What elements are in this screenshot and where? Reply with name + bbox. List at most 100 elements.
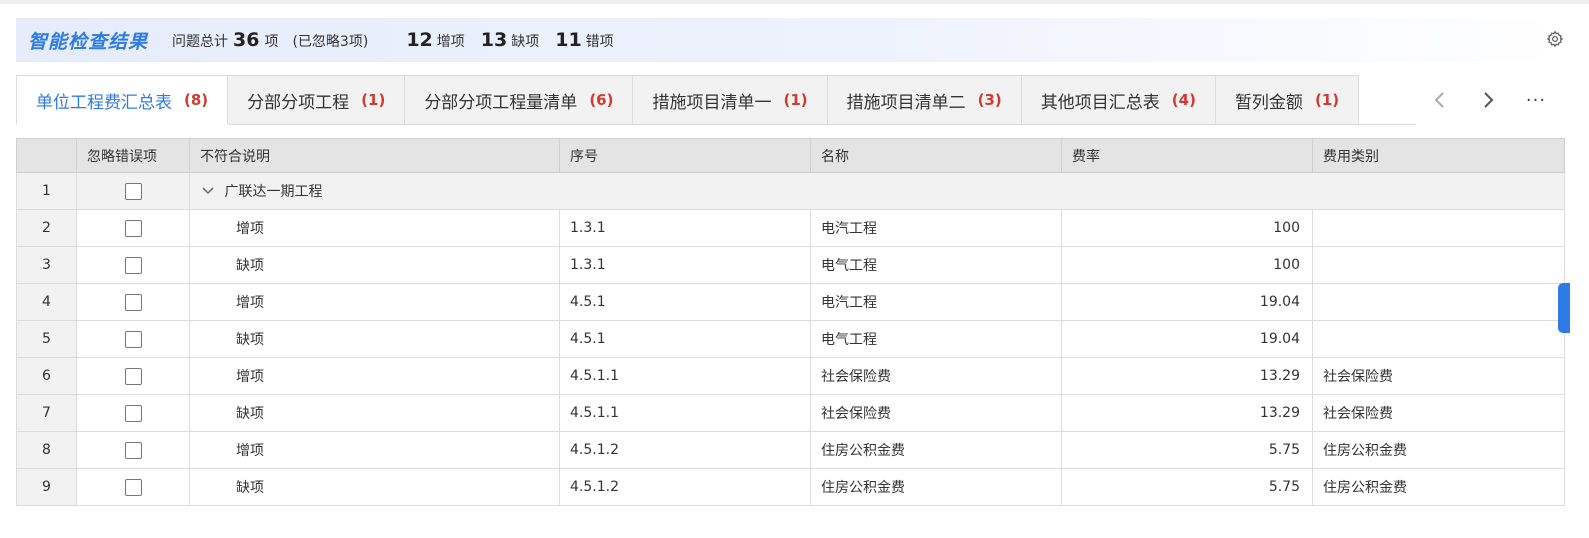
ignore-checkbox[interactable] — [124, 441, 142, 459]
tab-label: 暂列金额 — [1234, 92, 1303, 113]
cell-seq: 1.3.1 — [559, 246, 811, 284]
added-label: 增项 — [436, 34, 465, 50]
cell-category — [1312, 209, 1565, 247]
page-title: 智能检查结果 — [28, 30, 149, 53]
tab-count: (1) — [783, 91, 808, 109]
tab-sub-item-project[interactable]: 分部分项工程 (1) — [228, 75, 406, 125]
cell-description: 增项 — [189, 431, 560, 469]
cell-description: 缺项 — [189, 246, 560, 284]
tab-unit-cost-summary[interactable]: 单位工程费汇总表 (8) — [16, 75, 229, 125]
cell-seq: 4.5.1.1 — [559, 357, 811, 395]
cell-category: 社会保险费 — [1312, 394, 1565, 432]
tab-navigation: ··· — [1416, 75, 1564, 125]
tab-count: (8) — [184, 91, 209, 109]
cell-category — [1312, 246, 1565, 284]
cell-seq: 4.5.1 — [559, 320, 811, 358]
chevron-right-icon[interactable] — [1464, 75, 1512, 125]
cell-name: 电气工程 — [810, 246, 1062, 284]
missing-label: 缺项 — [511, 34, 540, 50]
tab-count: (6) — [589, 91, 614, 109]
col-ignore[interactable]: 忽略错误项 — [76, 138, 190, 173]
cell-name: 住房公积金费 — [810, 431, 1062, 469]
ignore-checkbox[interactable] — [124, 219, 142, 237]
table-group-row[interactable]: 1 广联达一期工程 — [16, 172, 1565, 210]
cell-name: 电汽工程 — [810, 283, 1062, 321]
table-row[interactable]: 7 缺项 4.5.1.1 社会保险费 13.29 社会保险费 — [16, 394, 1565, 432]
cell-rate: 5.75 — [1061, 468, 1313, 506]
cell-name: 电汽工程 — [810, 209, 1062, 247]
table-row[interactable]: 4 增项 4.5.1 电汽工程 19.04 — [16, 283, 1565, 321]
tab-strip: 单位工程费汇总表 (8) 分部分项工程 (1) 分部分项工程量清单 (6) 措施… — [16, 75, 1360, 125]
cell-seq: 4.5.1.1 — [559, 394, 811, 432]
sheet-tabs: 单位工程费汇总表 (8) 分部分项工程 (1) 分部分项工程量清单 (6) 措施… — [16, 75, 1564, 125]
cell-description: 缺项 — [189, 320, 560, 358]
ignore-checkbox[interactable] — [124, 367, 142, 385]
tab-count: (1) — [1314, 91, 1340, 109]
table-row[interactable]: 6 增项 4.5.1.1 社会保险费 13.29 社会保险费 — [16, 357, 1565, 395]
row-index: 3 — [16, 246, 77, 284]
cell-category: 住房公积金费 — [1312, 468, 1565, 506]
cell-seq: 4.5.1 — [559, 283, 811, 321]
side-panel-toggle[interactable] — [1558, 283, 1570, 333]
cell-rate: 13.29 — [1061, 357, 1313, 395]
ignore-checkbox[interactable] — [124, 256, 142, 274]
ignored-count: (已忽略3项) — [292, 34, 369, 50]
row-index: 7 — [16, 394, 77, 432]
ignore-checkbox[interactable] — [124, 478, 142, 496]
cell-name: 社会保险费 — [810, 357, 1062, 395]
added-summary: 12 增项 — [406, 29, 464, 51]
tab-label: 分部分项工程量清单 — [424, 92, 578, 113]
total-unit: 项 — [264, 34, 279, 50]
tab-sub-item-quantity-list[interactable]: 分部分项工程量清单 (6) — [405, 75, 634, 125]
tab-other-items-summary[interactable]: 其他项目汇总表 (4) — [1021, 75, 1216, 125]
col-seq[interactable]: 序号 — [559, 138, 811, 173]
ignore-checkbox[interactable] — [124, 293, 142, 311]
result-header: 智能检查结果 问题总计 36 项 (已忽略3项) 12 增项 13 缺项 11 … — [16, 18, 1564, 62]
cell-rate: 5.75 — [1061, 431, 1313, 469]
row-index: 8 — [16, 431, 77, 469]
more-icon[interactable]: ··· — [1512, 75, 1560, 125]
cell-seq: 4.5.1.2 — [559, 468, 811, 506]
cell-category: 社会保险费 — [1312, 357, 1565, 395]
table-row[interactable]: 5 缺项 4.5.1 电气工程 19.04 — [16, 320, 1565, 358]
table-row[interactable]: 8 增项 4.5.1.2 住房公积金费 5.75 住房公积金费 — [16, 431, 1565, 469]
tab-measure-list-two[interactable]: 措施项目清单二 (3) — [827, 75, 1022, 125]
table-row[interactable]: 2 增项 1.3.1 电汽工程 100 — [16, 209, 1565, 247]
missing-count: 13 — [480, 29, 508, 51]
gear-icon[interactable] — [1546, 30, 1566, 50]
tab-count: (3) — [977, 91, 1002, 109]
total-label: 问题总计 — [172, 34, 229, 50]
cell-name: 社会保险费 — [810, 394, 1062, 432]
chevron-left-icon[interactable] — [1416, 75, 1464, 125]
tab-label: 其他项目汇总表 — [1040, 92, 1160, 113]
row-index: 5 — [16, 320, 77, 358]
tab-label: 分部分项工程 — [247, 92, 350, 113]
col-description[interactable]: 不符合说明 — [189, 138, 560, 173]
tab-provisional-sum[interactable]: 暂列金额 (1) — [1215, 75, 1360, 125]
table-row[interactable]: 3 缺项 1.3.1 电气工程 100 — [16, 246, 1565, 284]
chevron-down-icon[interactable] — [202, 184, 216, 200]
ignore-checkbox[interactable] — [124, 404, 142, 422]
col-name[interactable]: 名称 — [810, 138, 1062, 173]
row-index: 9 — [16, 468, 77, 506]
cell-rate: 19.04 — [1061, 320, 1313, 358]
cell-category — [1312, 320, 1565, 358]
tab-count: (4) — [1171, 91, 1196, 109]
tab-label: 措施项目清单一 — [652, 92, 772, 113]
result-panel: 智能检查结果 问题总计 36 项 (已忽略3项) 12 增项 13 缺项 11 … — [0, 0, 1589, 538]
col-category[interactable]: 费用类别 — [1312, 138, 1565, 173]
table-row[interactable]: 9 缺项 4.5.1.2 住房公积金费 5.75 住房公积金费 — [16, 468, 1565, 506]
ignore-checkbox[interactable] — [124, 182, 142, 200]
tab-count: (1) — [361, 91, 386, 109]
tab-label: 单位工程费汇总表 — [36, 92, 172, 113]
cell-description: 缺项 — [189, 394, 560, 432]
ignore-checkbox[interactable] — [124, 330, 142, 348]
cell-description: 增项 — [189, 357, 560, 395]
cell-category: 住房公积金费 — [1312, 431, 1565, 469]
cell-rate: 100 — [1061, 246, 1313, 284]
cell-seq: 4.5.1.2 — [559, 431, 811, 469]
tab-measure-list-one[interactable]: 措施项目清单一 (1) — [633, 75, 828, 125]
col-rate[interactable]: 费率 — [1061, 138, 1313, 173]
total-summary: 问题总计 36 项 (已忽略3项) — [172, 29, 368, 51]
error-summary: 11 错项 — [555, 29, 613, 51]
